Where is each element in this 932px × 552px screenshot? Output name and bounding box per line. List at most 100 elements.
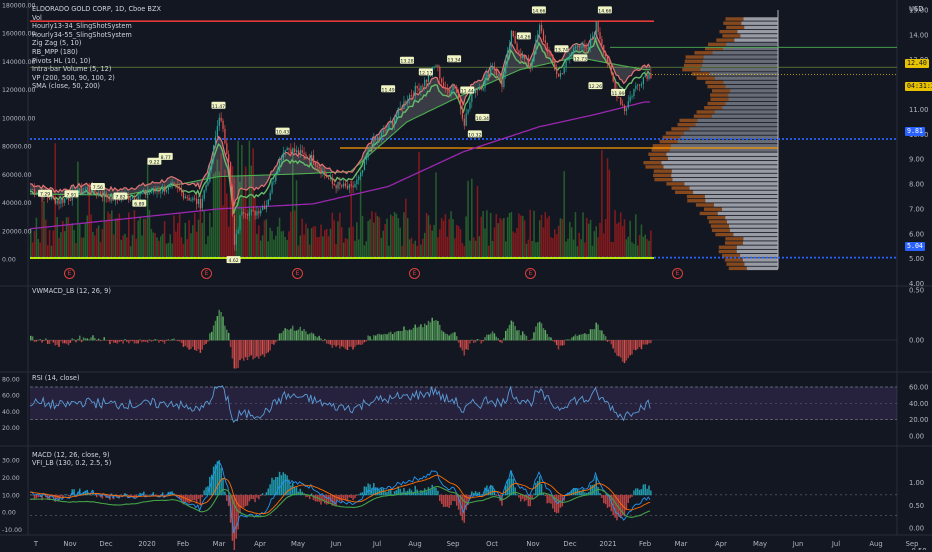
volume-bar (207, 236, 209, 259)
volume-bar (333, 220, 335, 259)
macd-histogram-bar (503, 494, 505, 495)
volume-bar (266, 219, 268, 259)
volume-bar (349, 227, 351, 259)
earnings-marker[interactable]: E (201, 268, 212, 279)
vwmacd-bar (71, 338, 73, 340)
time-axis-label: May (753, 540, 767, 548)
volume-bar (339, 213, 341, 259)
candle-body (177, 186, 178, 188)
candle-body (275, 175, 276, 182)
candle-body (183, 192, 184, 198)
vwmacd-bar (358, 340, 360, 345)
volume-bar (124, 234, 126, 259)
rsi-label[interactable]: RSI (14, close) (32, 374, 80, 382)
macd-histogram-bar (575, 488, 577, 495)
vwmacd-bar (586, 334, 588, 340)
macd-histogram-bar (620, 495, 622, 518)
level-tag-upper: 9.81 (905, 127, 925, 136)
legend-line-2[interactable]: Hourly34-55_SlingShotSystem (32, 31, 161, 40)
volume-profile-bar (734, 38, 778, 41)
candle-body (32, 189, 33, 190)
vwmacd-bar (428, 321, 430, 341)
macd-histogram-bar (194, 495, 196, 500)
macd-histogram-bar (251, 495, 253, 499)
volume-bar (341, 227, 343, 259)
candle-body (520, 53, 521, 58)
vwmacd-bar (409, 329, 411, 340)
candle-body (173, 182, 174, 184)
vwmacd-label[interactable]: VWMACD_LB (12, 26, 9) (32, 287, 111, 295)
volume-bar (398, 218, 400, 259)
vwmacd-bar (213, 325, 215, 340)
legend-line-3[interactable]: Zig Zag (5, 10) (32, 39, 161, 48)
vwmacd-bar (416, 328, 418, 341)
volume-profile-bar (728, 98, 778, 101)
vfi-label[interactable]: VFI_LB (130, 0.2, 2.5, 5) (32, 459, 111, 467)
volume-bar (537, 242, 539, 259)
candle-body (256, 211, 257, 215)
earnings-marker[interactable]: E (64, 268, 75, 279)
volume-bar (156, 237, 158, 259)
vwmacd-bar (134, 340, 136, 343)
candle-body (532, 61, 533, 69)
zigzag-label-text: 12.26 (589, 84, 602, 90)
vwmacd-bar (646, 340, 648, 344)
volume-bar (311, 228, 313, 259)
vwmacd-bar (350, 340, 352, 347)
earnings-marker[interactable]: E (292, 268, 303, 279)
candle-body (492, 67, 493, 69)
candle-body (388, 124, 389, 130)
candle-body (513, 31, 514, 36)
vwmacd-bar (151, 340, 153, 342)
vwmacd-bar (637, 340, 639, 349)
earnings-marker[interactable]: E (409, 268, 420, 279)
volume-profile-bar (707, 85, 725, 88)
volume-bar (58, 238, 60, 259)
volume-bar (290, 212, 292, 259)
price-axis-tick: 11.00 (909, 106, 928, 114)
vwmacd-bar (251, 340, 253, 355)
rsi-axis-tick-right: 20.00 (909, 416, 928, 424)
vwmacd-bar (154, 339, 156, 340)
macd-histogram-bar (279, 472, 281, 495)
candle-body (362, 170, 363, 173)
legend-line-1[interactable]: Hourly13-34_SlingShotSystem (32, 22, 161, 31)
macd-histogram-bar (345, 495, 347, 500)
vwmacd-bar (177, 340, 179, 341)
vwmacd-bar (34, 340, 36, 342)
vwmacd-bar (541, 323, 543, 340)
vwmacd-bar (398, 331, 400, 341)
candle-body (160, 192, 161, 193)
macd-histogram-bar (435, 488, 437, 496)
legend-line-6[interactable]: Intra-bar Volume (5, 12) (32, 65, 161, 74)
earnings-marker[interactable]: E (672, 268, 683, 279)
volume-profile-bar (643, 161, 661, 164)
volume-bar (409, 239, 411, 259)
legend-line-8[interactable]: SMA (close, 50, 200) (32, 82, 161, 91)
zigzag-label-text: 8.77 (161, 155, 171, 161)
earnings-marker[interactable]: E (525, 268, 536, 279)
macd-histogram-bar (243, 495, 245, 508)
vwmacd-bar (45, 338, 47, 340)
volume-bar (392, 216, 394, 259)
price-axis-tick: 9.00 (909, 156, 924, 164)
vwmacd-bar (88, 339, 90, 340)
candle-body (79, 188, 80, 193)
volume-bar (143, 219, 145, 259)
volume-profile-bar (725, 85, 778, 88)
chart-stage[interactable]: 7.297.917.567.826.899.228.7711.474.6210.… (0, 0, 932, 550)
legend-line-5[interactable]: Pivots HL (10, 10) (32, 57, 161, 66)
candle-body (107, 197, 108, 198)
legend-line-7[interactable]: VP (200, 500, 90, 100, 2) (32, 74, 161, 83)
legend-line-0[interactable]: Vol (32, 14, 161, 23)
volume-bar (595, 226, 597, 259)
volume-bar (153, 232, 155, 259)
volume-profile-bar (684, 131, 778, 134)
volume-bar (513, 231, 515, 259)
vwmacd-bar (511, 321, 513, 341)
volume-bar (582, 212, 584, 259)
legend-title[interactable]: ELDORADO GOLD CORP, 1D, Cboe BZX (32, 5, 161, 14)
volume-bar (332, 213, 334, 259)
legend-line-4[interactable]: RB_MPP (180) (32, 48, 161, 57)
candle-body (567, 58, 568, 61)
